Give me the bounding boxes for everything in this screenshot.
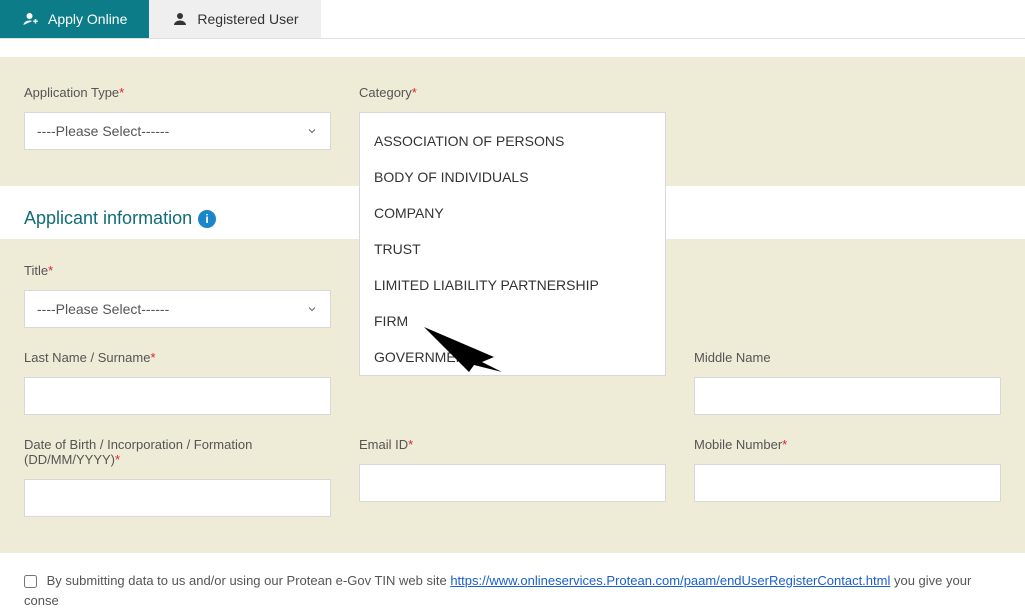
- chevron-down-icon: [306, 303, 318, 315]
- consent-link[interactable]: https://www.onlineservices.Protean.com/p…: [450, 573, 890, 588]
- application-type-label: Application Type*: [24, 85, 331, 100]
- category-option[interactable]: TRUST: [360, 231, 665, 267]
- select-value: ----Please Select------: [37, 123, 169, 139]
- last-name-label: Last Name / Surname*: [24, 350, 331, 365]
- consent-prefix: By submitting data to us and/or using ou…: [47, 573, 451, 588]
- title-select[interactable]: ----Please Select------: [24, 290, 331, 328]
- mobile-label: Mobile Number*: [694, 437, 1001, 452]
- category-option[interactable]: COMPANY: [360, 195, 665, 231]
- dob-label: Date of Birth / Incorporation / Formatio…: [24, 437, 331, 467]
- mobile-input[interactable]: [694, 464, 1001, 502]
- application-type-select[interactable]: ----Please Select------: [24, 112, 331, 150]
- person-plus-icon: [22, 10, 40, 28]
- category-option[interactable]: LIMITED LIABILITY PARTNERSHIP: [360, 267, 665, 303]
- last-name-input[interactable]: [24, 377, 331, 415]
- email-input[interactable]: [359, 464, 666, 502]
- title-label: Title*: [24, 263, 331, 278]
- consent-text: By submitting data to us and/or using ou…: [0, 553, 1025, 610]
- category-label: Category*: [359, 85, 666, 100]
- tab-apply-online[interactable]: Apply Online: [0, 0, 149, 38]
- tab-registered-user[interactable]: Registered User: [149, 0, 320, 38]
- middle-name-label: Middle Name: [694, 350, 1001, 365]
- middle-name-input[interactable]: [694, 377, 1001, 415]
- consent-checkbox[interactable]: [24, 575, 37, 588]
- dob-input[interactable]: [24, 479, 331, 517]
- category-option[interactable]: ASSOCIATION OF PERSONS: [360, 123, 665, 159]
- tab-label: Registered User: [197, 11, 298, 27]
- info-icon[interactable]: i: [198, 210, 216, 228]
- email-label: Email ID*: [359, 437, 666, 452]
- category-dropdown: ASSOCIATION OF PERSONS BODY OF INDIVIDUA…: [359, 123, 666, 376]
- application-type-section: Application Type* ----Please Select-----…: [0, 57, 1025, 186]
- tab-bar: Apply Online Registered User: [0, 0, 1025, 39]
- chevron-down-icon: [306, 125, 318, 137]
- category-option[interactable]: GOVERNMENT: [360, 339, 665, 375]
- category-option[interactable]: BODY OF INDIVIDUALS: [360, 159, 665, 195]
- category-option[interactable]: FIRM: [360, 303, 665, 339]
- select-value: ----Please Select------: [37, 301, 169, 317]
- person-icon: [171, 10, 189, 28]
- tab-label: Apply Online: [48, 11, 127, 27]
